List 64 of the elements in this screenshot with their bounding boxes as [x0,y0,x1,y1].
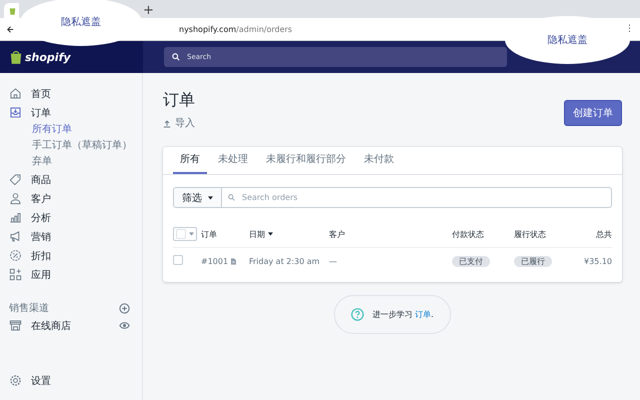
back-arrow-icon[interactable] [6,24,15,34]
table-cell: Friday at 2:30 am [249,256,320,266]
document-icon [231,258,236,264]
caret-icon [208,196,213,200]
filter-tab[interactable]: 未付款 [357,147,401,174]
status-badge: 已履行 [514,256,552,266]
new-tab-button[interactable]: + [143,3,154,18]
filter-tab[interactable]: 未处理 [211,147,255,174]
apps-icon [9,268,22,281]
nav-item[interactable]: 首页 [9,84,142,103]
caret-icon [189,232,194,236]
filter-button[interactable]: 筛选 [173,187,222,208]
section-label: 销售渠道 [9,302,49,315]
import-link[interactable]: 导入 [163,116,195,130]
status-badge: 已支付 [452,256,490,266]
question-icon [351,308,364,321]
discount-icon [9,249,22,262]
url-text[interactable]: nyshopify.com/admin/orders [179,24,292,34]
settings-icon [9,374,22,387]
megaphone-icon [9,230,22,243]
filter-tab[interactable]: 所有 [173,147,207,174]
shopping-bag-icon [10,50,22,64]
column-header: 客户 [329,228,345,240]
nav-item[interactable]: 分析 [9,208,142,227]
search-icon [228,194,235,201]
nav-subitem[interactable]: 弃单 [9,154,142,170]
column-header[interactable]: 日期 [249,228,273,240]
table-cell: ¥35.10 [584,256,612,266]
nav-item[interactable]: 设置 [9,371,142,390]
inbox-icon [9,106,22,119]
home-icon [9,87,22,100]
create-order-button[interactable]: 创建订单 [564,100,622,126]
nav-item[interactable]: 营销 [9,227,142,246]
person-icon [9,192,22,205]
logo-text: shopify [25,50,71,64]
nav-item[interactable]: 在线商店 [31,318,71,332]
caret-icon [268,232,273,236]
table-cell: — [329,256,337,266]
column-header: 履行状态 [514,228,546,240]
column-header: 付款状态 [452,228,484,240]
help-text: 进一步学习 订单. [372,309,434,320]
search-bar[interactable]: Search orders [222,187,612,208]
page-title: 订单 [163,89,195,111]
nav-item[interactable]: 折扣 [9,246,142,265]
filter-tab[interactable]: 未履行和履行部分 [259,147,353,174]
bar-chart-icon [9,211,22,224]
column-header: 订单 [201,228,217,240]
orders-link[interactable]: 订单 [415,310,431,319]
order-number[interactable]: #1001 [201,256,228,266]
nav-subitem[interactable]: 手工订单（草稿订单） [9,138,142,154]
nav-item[interactable]: 客户 [9,189,142,208]
add-icon[interactable] [119,302,130,314]
eye-icon[interactable] [119,320,130,331]
nav-item[interactable]: 应用 [9,265,142,284]
row-checkbox[interactable] [173,255,183,265]
bag-icon [9,6,16,15]
nav-subitem[interactable]: 所有订单 [9,122,142,138]
search-icon [172,53,180,61]
nav-item[interactable]: 订单 [9,103,142,122]
store-icon [9,319,22,332]
tag-icon [9,173,22,186]
nav-item[interactable]: 商品 [9,170,142,189]
upload-icon [163,118,171,128]
column-header: 总共 [596,228,612,240]
